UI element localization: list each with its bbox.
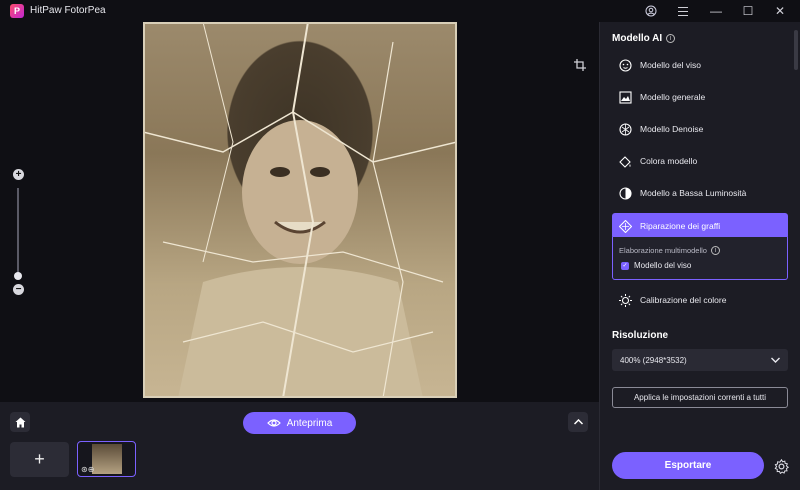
zoom-slider-thumb[interactable]	[14, 272, 22, 280]
panel-scrollbar[interactable]	[794, 30, 798, 70]
model-item-general[interactable]: Modello generale	[612, 84, 788, 110]
multimodel-label: Elaborazione multimodello	[619, 246, 707, 255]
model-item-face[interactable]: Modello del viso	[612, 52, 788, 78]
model-label: Calibrazione del colore	[640, 295, 727, 305]
zoom-slider-track[interactable]	[17, 188, 19, 278]
eye-icon	[266, 419, 281, 427]
close-button[interactable]: ✕	[769, 2, 791, 20]
paint-bucket-icon	[618, 154, 632, 168]
bottom-bar: Anteprima + ⊛⊕	[0, 402, 599, 490]
thumbnail-image	[92, 444, 122, 474]
multimodel-options: Elaborazione multimodello i ✓ Modello de…	[612, 237, 788, 280]
app-title: HitPaw FotorPea	[30, 5, 106, 16]
settings-panel: Modello AI i Modello del viso Modello ge…	[599, 22, 800, 490]
ai-model-heading: Modello AI i	[612, 33, 676, 44]
model-item-colorize[interactable]: Colora modello	[612, 148, 788, 174]
model-item-low-light[interactable]: Modello a Bassa Luminosità	[612, 180, 788, 206]
image-icon	[618, 90, 632, 104]
chevron-down-icon	[771, 357, 780, 363]
photo-preview	[143, 22, 457, 398]
gear-icon[interactable]	[772, 457, 790, 475]
face-icon	[618, 58, 632, 72]
model-item-scratch-repair[interactable]: Riparazione dei graffi	[612, 213, 788, 239]
denoise-icon	[618, 122, 632, 136]
hamburger-icon[interactable]	[672, 2, 694, 20]
minimize-button[interactable]: —	[705, 2, 727, 20]
info-icon[interactable]: i	[666, 34, 676, 43]
apply-to-all-button[interactable]: Applica le impostazioni correnti a tutti	[612, 387, 788, 408]
collapse-button[interactable]	[568, 412, 588, 432]
sun-icon	[618, 293, 632, 307]
model-label: Modello del viso	[640, 60, 701, 70]
thumbnail-model-badges-icon: ⊛⊕	[81, 465, 95, 474]
model-label: Modello a Bassa Luminosità	[640, 188, 747, 198]
multimodel-heading: Elaborazione multimodello i	[619, 246, 720, 255]
export-button[interactable]: Esportare	[612, 452, 764, 479]
title-bar: P HitPaw FotorPea — ☐ ✕	[0, 0, 800, 22]
model-label: Modello Denoise	[640, 124, 704, 134]
add-image-button[interactable]: +	[10, 442, 69, 477]
model-label: Colora modello	[640, 156, 698, 166]
chevron-up-icon	[573, 419, 583, 425]
home-button[interactable]	[10, 412, 30, 432]
checkbox-checked-icon[interactable]: ✓	[621, 261, 629, 270]
user-circle-icon[interactable]	[640, 2, 662, 20]
half-circle-icon	[618, 186, 632, 200]
home-icon	[15, 417, 25, 427]
canvas-area: + −	[0, 22, 599, 402]
model-item-denoise[interactable]: Modello Denoise	[612, 116, 788, 142]
model-label: Riparazione dei graffi	[640, 221, 721, 231]
checkbox-label: Modello del viso	[634, 261, 692, 270]
face-model-checkbox-row[interactable]: ✓ Modello del viso	[621, 261, 691, 270]
image-thumbnail[interactable]: ⊛⊕	[77, 441, 136, 477]
resolution-select[interactable]: 400% (2948*3532)	[612, 349, 788, 371]
maximize-button[interactable]: ☐	[737, 2, 759, 20]
zoom-out-button[interactable]: −	[13, 284, 24, 295]
app-window: P HitPaw FotorPea — ☐ ✕ + − Anteprima + …	[0, 0, 800, 490]
app-logo-icon: P	[10, 4, 24, 18]
ai-model-title: Modello AI	[612, 33, 663, 44]
preview-label: Anteprima	[286, 417, 333, 429]
resolution-value: 400% (2948*3532)	[620, 355, 687, 365]
model-label: Modello generale	[640, 92, 706, 102]
resolution-title: Risoluzione	[612, 330, 669, 341]
preview-button[interactable]: Anteprima	[243, 412, 356, 434]
crop-icon[interactable]	[574, 58, 586, 71]
model-item-color-calibration[interactable]: Calibrazione del colore	[612, 287, 788, 313]
scratch-repair-icon	[618, 219, 632, 233]
info-icon[interactable]: i	[710, 246, 720, 255]
zoom-in-button[interactable]: +	[13, 169, 24, 180]
